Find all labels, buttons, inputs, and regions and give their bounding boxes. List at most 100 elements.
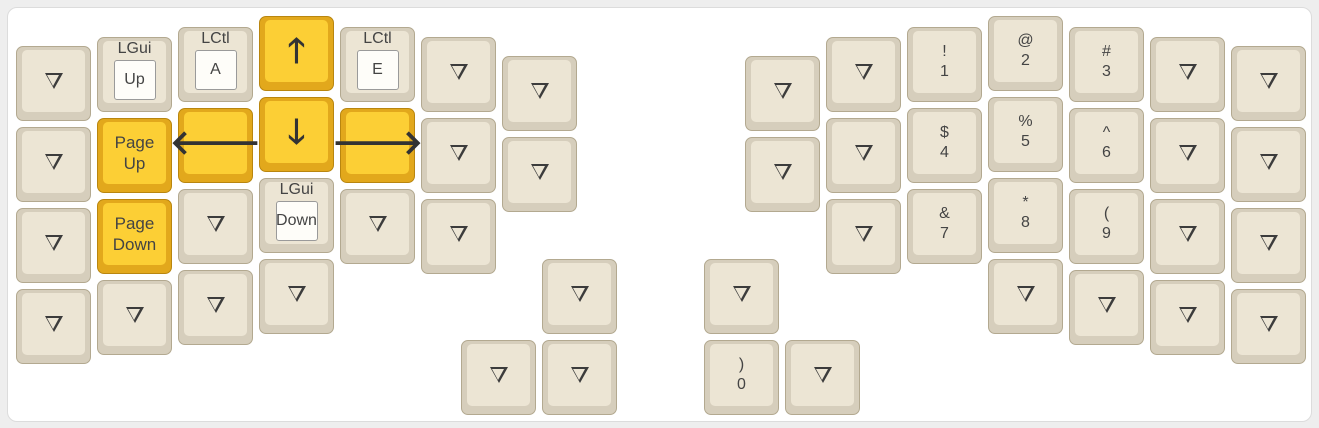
keycap-legend [994, 263, 1057, 325]
legend-top: ( [1103, 205, 1110, 222]
legend-top: ) [738, 356, 745, 373]
keycap-legend [508, 141, 571, 203]
tap-label: Down [275, 201, 318, 241]
keycap-legend [427, 203, 490, 265]
keycap-legend [22, 131, 85, 193]
key-l3-3 [259, 259, 334, 334]
arrow-right-icon: 🡒 [331, 124, 424, 162]
transparent-key-icon [530, 83, 549, 99]
hold-label: LGui [279, 181, 314, 198]
key-lt-2 [542, 340, 617, 415]
key-l0-2 [16, 208, 91, 283]
transparent-key-icon [449, 145, 468, 161]
keycap-legend: LCtl E [346, 30, 409, 93]
key-l6-1 [502, 137, 577, 212]
hold-label: LCtl [201, 30, 230, 47]
keycap-legend [265, 263, 328, 325]
keycap-legend [1156, 203, 1219, 265]
transparent-key-icon [1097, 297, 1116, 313]
keycap-legend: #3 [1075, 31, 1138, 93]
legend-bottom: 9 [1102, 225, 1111, 242]
tap-label: E [356, 50, 399, 90]
transparent-key-icon [1178, 307, 1197, 323]
legend-bottom: 3 [1102, 63, 1111, 80]
key-r6-3 [1231, 289, 1306, 364]
key-l1-3 [97, 280, 172, 355]
keycap-legend: Page Up [103, 122, 166, 184]
hold-label: LGui [117, 40, 152, 57]
transparent-key-icon [449, 226, 468, 242]
transparent-key-icon [44, 235, 63, 251]
transparent-key-icon [1259, 73, 1278, 89]
key-r5-3 [1150, 280, 1225, 355]
legend-top: & [939, 205, 950, 222]
keycap-legend: LCtl A [184, 30, 247, 93]
transparent-key-icon [854, 145, 873, 161]
legend-top: * [1022, 194, 1029, 211]
keycap-legend: @2 [994, 20, 1057, 82]
legend-bottom: 6 [1102, 144, 1111, 161]
legend-top: ^ [1102, 124, 1111, 141]
keycap-legend [710, 263, 773, 325]
keycap-legend [184, 193, 247, 255]
key-l2-3 [178, 270, 253, 345]
keycap-legend [22, 293, 85, 355]
keycap-legend [1156, 41, 1219, 103]
keymap-diagram: LGui Up Page Up Page Down LCtl A 🡐 🡑 🡓 LGui Down LCtl… [7, 7, 1312, 422]
transparent-key-icon [1178, 145, 1197, 161]
key-r4-1: ^ 6 [1069, 108, 1144, 183]
key-r5-0 [1150, 37, 1225, 112]
keycap-legend: $4 [913, 112, 976, 174]
key-r1-2 [826, 199, 901, 274]
legend-bottom: 8 [1021, 214, 1030, 231]
keycap-legend [832, 122, 895, 184]
key-lt-0 [542, 259, 617, 334]
legend-top: % [1018, 113, 1033, 130]
transparent-key-icon [773, 83, 792, 99]
keycap-legend [832, 41, 895, 103]
keycap-legend: ^ 6 [1075, 112, 1138, 174]
key-r0-0 [745, 56, 820, 131]
transparent-key-icon [1178, 64, 1197, 80]
keycap-legend: ) 0 [710, 344, 773, 406]
key-r5-1 [1150, 118, 1225, 193]
keycap-legend: 🡐 [170, 112, 261, 174]
keycap-legend: 🡒 [332, 112, 423, 174]
keycap-legend [1237, 212, 1300, 274]
key-r3-2: * 8 [988, 178, 1063, 253]
legend-top: $ [940, 124, 949, 141]
transparent-key-icon [206, 297, 225, 313]
legend-bottom: 2 [1021, 52, 1030, 69]
key-r1-0 [826, 37, 901, 112]
keycap-legend [548, 344, 611, 406]
transparent-key-icon [570, 286, 589, 302]
transparent-key-icon [489, 367, 508, 383]
key-r3-3 [988, 259, 1063, 334]
key-l5-1 [421, 118, 496, 193]
key-r4-3 [1069, 270, 1144, 345]
transparent-key-icon [1016, 286, 1035, 302]
key-l3-1: 🡓 [259, 97, 334, 172]
keycap-legend: ! 1 [913, 31, 976, 93]
legend-top: Page [114, 133, 155, 152]
key-l1-2: Page Down [97, 199, 172, 274]
key-l1-0: LGui Up [97, 37, 172, 112]
arrow-left-icon: 🡐 [169, 124, 262, 162]
key-l5-0 [421, 37, 496, 112]
key-r2-1: $4 [907, 108, 982, 183]
keycap-legend [751, 141, 814, 203]
key-r4-2: (9 [1069, 189, 1144, 264]
tap-label: A [194, 50, 237, 90]
key-r3-1: % 5 [988, 97, 1063, 172]
transparent-key-icon [368, 216, 387, 232]
transparent-key-icon [1259, 316, 1278, 332]
keycap-legend [1237, 293, 1300, 355]
key-lt-1 [461, 340, 536, 415]
key-r6-0 [1231, 46, 1306, 121]
key-l3-0: 🡑 [259, 16, 334, 91]
legend-bottom: Down [112, 235, 157, 254]
key-r1-1 [826, 118, 901, 193]
keycap-legend [22, 212, 85, 274]
legend-bottom: 5 [1021, 133, 1030, 150]
legend-bottom: 1 [940, 63, 949, 80]
